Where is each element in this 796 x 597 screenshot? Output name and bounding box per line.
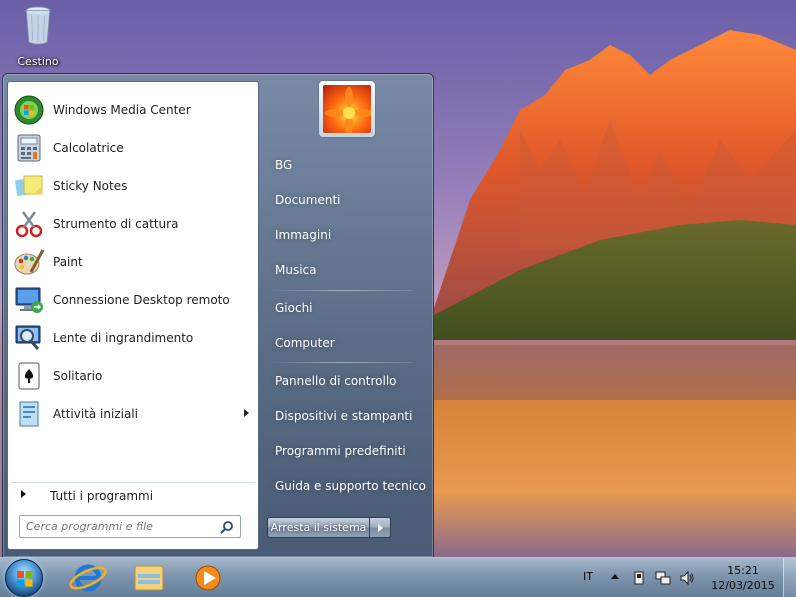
triangle-right-icon [378,524,383,532]
clock-time: 15:21 [727,564,759,577]
program-item-windows-media-center[interactable]: Windows Media Center [11,92,255,128]
start-link-games[interactable]: Giochi [266,295,426,321]
windows-media-player-icon [195,565,221,591]
calculator-icon [17,134,41,162]
taskbar-windows-explorer[interactable] [125,560,173,596]
volume-icon[interactable] [679,570,695,586]
program-label: Lente di ingrandimento [53,331,194,345]
program-label: Paint [53,255,83,269]
program-item-sticky-notes[interactable]: Sticky Notes [11,168,255,204]
system-clock[interactable]: 15:21 12/03/2015 [708,563,778,593]
flower-icon [325,87,371,133]
taskbar-internet-explorer[interactable] [64,560,112,596]
start-menu: Windows Media Center Calcolatrice Sticky… [2,73,434,558]
snipping-tool-icon [15,211,43,238]
start-link-documents[interactable]: Documenti [266,187,426,213]
start-link-computer[interactable]: Computer [266,330,426,356]
windows-explorer-icon [134,565,164,591]
start-link-music[interactable]: Musica [266,257,426,283]
language-indicator[interactable]: IT [583,570,593,583]
program-item-paint[interactable]: Paint [11,244,255,280]
start-search-input[interactable] [26,518,212,535]
start-link-control-panel[interactable]: Pannello di controllo [266,368,426,394]
start-link-default-programs[interactable]: Programmi predefiniti [266,438,426,464]
program-label: Attività iniziali [53,407,138,421]
triangle-right-icon [21,490,26,498]
submenu-arrow-icon[interactable] [244,409,249,417]
show-desktop-button[interactable] [783,558,796,597]
program-item-remote-desktop[interactable]: Connessione Desktop remoto [11,282,255,318]
shutdown-button[interactable]: Arresta il sistema [267,517,370,538]
user-account-picture[interactable] [318,80,376,138]
getting-started-icon [19,401,39,427]
all-programs-button[interactable]: Tutti i programmi [11,482,255,506]
desktop-icon-recycle-bin[interactable]: Cestino [8,4,68,72]
paint-icon [14,249,45,275]
windows-media-center-icon [14,95,44,125]
solitaire-icon [18,362,40,390]
program-label: Calcolatrice [53,141,124,155]
internet-explorer-icon [69,564,107,592]
program-label: Sticky Notes [53,179,128,193]
start-link-devices-printers[interactable]: Dispositivi e stampanti [266,403,426,429]
menu-separator [271,362,413,363]
taskbar-windows-media-player[interactable] [186,560,234,596]
program-item-snipping-tool[interactable]: Strumento di cattura [11,206,255,242]
start-search-box[interactable] [19,515,241,538]
program-item-getting-started[interactable]: Attività iniziali [11,396,255,432]
magnifier-icon [15,325,41,350]
safely-remove-hardware-icon[interactable] [631,570,647,586]
clock-date: 12/03/2015 [711,579,775,592]
recycle-bin-icon [25,6,51,45]
program-label: Solitario [53,369,103,383]
taskbar: IT 15:21 12/03/2015 [0,557,796,597]
start-menu-program-list: Windows Media Center Calcolatrice Sticky… [7,81,259,550]
sticky-notes-icon [14,175,43,197]
program-label: Windows Media Center [53,103,191,117]
program-label: Strumento di cattura [53,217,179,231]
program-item-magnifier[interactable]: Lente di ingrandimento [11,320,255,356]
windows-logo-icon [17,571,33,587]
show-hidden-icons[interactable] [611,574,619,579]
menu-separator [271,290,413,291]
program-label: Connessione Desktop remoto [53,293,230,307]
program-item-solitaire[interactable]: Solitario [11,358,255,394]
network-icon[interactable] [655,570,671,586]
start-link-pictures[interactable]: Immagini [266,222,426,248]
all-programs-label: Tutti i programmi [50,489,154,503]
shutdown-options-button[interactable] [370,517,391,538]
start-link-help-support[interactable]: Guida e supporto tecnico [266,473,426,499]
remote-desktop-icon [15,287,43,313]
program-item-calculator[interactable]: Calcolatrice [11,130,255,166]
desktop-icon-label: Cestino [17,55,59,68]
start-button[interactable] [5,559,43,597]
search-icon[interactable] [220,520,234,534]
start-link-user[interactable]: BG [266,152,426,178]
flower-picture [323,85,371,133]
